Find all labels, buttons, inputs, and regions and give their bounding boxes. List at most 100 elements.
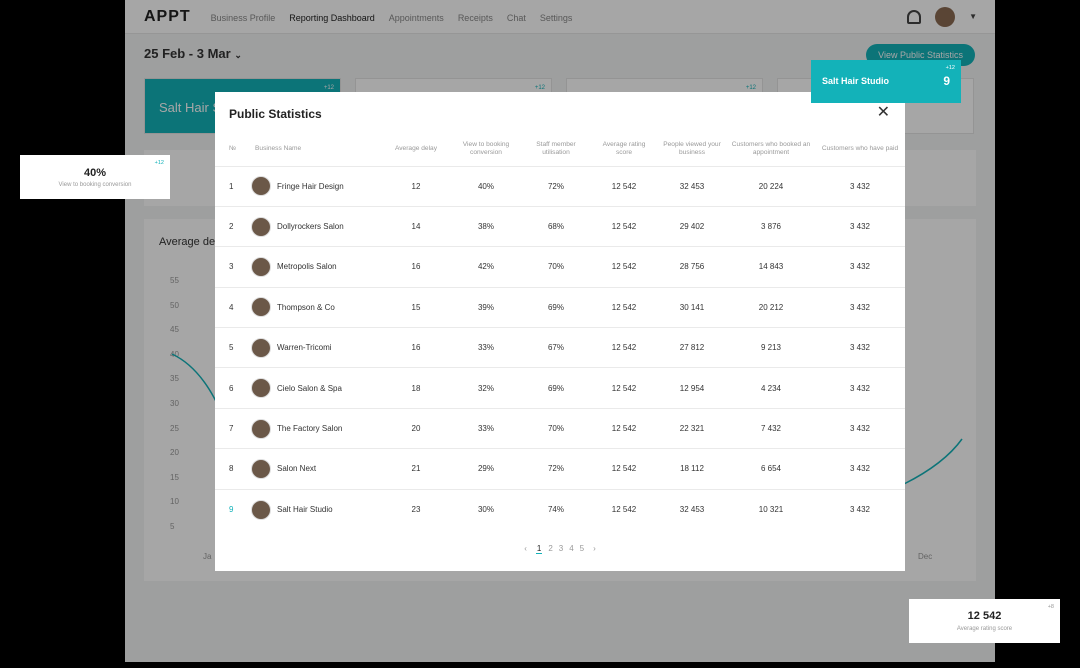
table-row[interactable]: 7 The Factory Salon 20 33% 70% 12 542 22 321 7 … bbox=[215, 407, 905, 449]
pagination: ‹ 1 2 3 4 5 › bbox=[215, 544, 905, 554]
business-name-cell: Warren-Tricomi bbox=[251, 327, 381, 368]
rank-cell: 3 bbox=[215, 246, 251, 288]
cell-util: 70% bbox=[521, 407, 591, 449]
conversion-float-card: +12 40% View to booking conversion bbox=[20, 155, 170, 199]
cell-viewed: 32 453 bbox=[657, 165, 727, 207]
cell-conv: 39% bbox=[451, 286, 521, 328]
cell-viewed: 30 141 bbox=[657, 286, 727, 328]
cell-booked: 10 321 bbox=[727, 488, 815, 530]
business-name-cell: The Factory Salon bbox=[251, 407, 381, 449]
cell-util: 72% bbox=[521, 165, 591, 207]
close-icon[interactable]: ✕ bbox=[877, 105, 890, 121]
rank-cell: 4 bbox=[215, 286, 251, 328]
cell-delay: 23 bbox=[381, 488, 451, 530]
cell-booked: 4 234 bbox=[727, 367, 815, 409]
column-header: № bbox=[229, 144, 237, 152]
cell-booked: 6 654 bbox=[727, 448, 815, 490]
rating-value: 12 542 bbox=[967, 610, 1002, 622]
cell-viewed: 32 453 bbox=[657, 488, 727, 530]
pagination-page[interactable]: 5 bbox=[580, 544, 584, 553]
business-avatar bbox=[251, 418, 271, 439]
table-row[interactable]: 3 Metropolis Salon 16 42% 70% 12 542 28 756 14 … bbox=[215, 246, 905, 288]
column-header: Customers who booked an appointment bbox=[731, 140, 811, 156]
table-row[interactable]: 9 Salt Hair Studio 23 30% 74% 12 542 32 453 10 … bbox=[215, 488, 905, 530]
column-header: Business Name bbox=[255, 144, 302, 152]
cell-util: 68% bbox=[521, 205, 591, 247]
cell-delay: 15 bbox=[381, 286, 451, 328]
business-avatar bbox=[251, 337, 271, 358]
public-statistics-modal: Public Statistics ✕ № Business Name Averag… bbox=[215, 92, 905, 571]
pagination-page[interactable]: 2 bbox=[548, 544, 552, 553]
pagination-page[interactable]: 1 bbox=[535, 544, 543, 554]
table-header-row: № Business Name Average delay View to booki… bbox=[215, 132, 905, 166]
conversion-label: View to booking conversion bbox=[58, 182, 132, 188]
cell-conv: 42% bbox=[451, 246, 521, 288]
statistics-table: № Business Name Average delay View to booki… bbox=[215, 132, 905, 530]
column-header: Average delay bbox=[394, 144, 438, 152]
business-name: Warren-Tricomi bbox=[277, 343, 332, 353]
table-row[interactable]: 5 Warren-Tricomi 16 33% 67% 12 542 27 812 9 213… bbox=[215, 327, 905, 368]
table-row[interactable]: 4 Thompson & Co 15 39% 69% 12 542 30 141 20 212… bbox=[215, 286, 905, 328]
table-row[interactable]: 1 Fringe Hair Design 12 40% 72% 12 542 32 453 2… bbox=[215, 165, 905, 207]
cell-rating: 12 542 bbox=[591, 407, 657, 449]
cell-util: 67% bbox=[521, 327, 591, 368]
cell-paid: 3 432 bbox=[815, 165, 905, 207]
cell-rating: 12 542 bbox=[591, 327, 657, 368]
cell-viewed: 18 112 bbox=[657, 448, 727, 490]
cell-rating: 12 542 bbox=[591, 286, 657, 328]
cell-viewed: 29 402 bbox=[657, 205, 727, 247]
cell-rating: 12 542 bbox=[591, 488, 657, 530]
business-name: The Factory Salon bbox=[277, 424, 343, 434]
business-name: Salon Next bbox=[277, 464, 317, 474]
business-name: Metropolis Salon bbox=[277, 262, 337, 272]
cell-delay: 12 bbox=[381, 165, 451, 207]
cell-paid: 3 432 bbox=[815, 488, 905, 530]
pagination-next[interactable]: › bbox=[593, 544, 596, 553]
business-name: Fringe Hair Design bbox=[277, 181, 344, 191]
pagination-prev[interactable]: ‹ bbox=[524, 544, 527, 553]
business-avatar bbox=[251, 216, 271, 237]
cell-util: 74% bbox=[521, 488, 591, 530]
business-avatar bbox=[251, 297, 271, 318]
cell-delay: 20 bbox=[381, 407, 451, 449]
rank-cell: 8 bbox=[215, 448, 251, 490]
cell-util: 72% bbox=[521, 448, 591, 490]
business-avatar bbox=[251, 458, 271, 479]
cell-delay: 14 bbox=[381, 205, 451, 247]
pagination-page[interactable]: 3 bbox=[559, 544, 563, 553]
cell-paid: 3 432 bbox=[815, 407, 905, 449]
cell-conv: 38% bbox=[451, 205, 521, 247]
cell-booked: 20 212 bbox=[727, 286, 815, 328]
card-delta: +12 bbox=[154, 160, 164, 166]
rating-label: Average rating score bbox=[956, 626, 1013, 632]
business-name: Salt Hair Studio bbox=[822, 76, 890, 86]
business-name-cell: Fringe Hair Design bbox=[251, 165, 381, 207]
table-row[interactable]: 2 Dollyrockers Salon 14 38% 68% 12 542 29 402 3… bbox=[215, 205, 905, 247]
business-avatar bbox=[251, 378, 271, 399]
rank-cell: 1 bbox=[215, 165, 251, 207]
table-row[interactable]: 6 Cielo Salon & Spa 18 32% 69% 12 542 12 954 4 … bbox=[215, 367, 905, 409]
table-row[interactable]: 8 Salon Next 21 29% 72% 12 542 18 112 6 654 3 43… bbox=[215, 448, 905, 490]
cell-delay: 16 bbox=[381, 327, 451, 368]
conversion-value: 40% bbox=[83, 167, 107, 179]
rank-cell: 9 bbox=[215, 488, 251, 530]
rank-cell: 6 bbox=[215, 367, 251, 409]
card-delta: +12 bbox=[945, 65, 955, 71]
cell-util: 69% bbox=[521, 367, 591, 409]
cell-viewed: 12 954 bbox=[657, 367, 727, 409]
cell-paid: 3 432 bbox=[815, 327, 905, 368]
column-header: Customers who have paid bbox=[821, 144, 899, 152]
cell-conv: 32% bbox=[451, 367, 521, 409]
cell-rating: 12 542 bbox=[591, 448, 657, 490]
pagination-page[interactable]: 4 bbox=[569, 544, 573, 553]
business-rank: 9 bbox=[943, 74, 950, 88]
cell-conv: 33% bbox=[451, 327, 521, 368]
business-name: Salt Hair Studio bbox=[277, 505, 333, 515]
business-avatar bbox=[251, 176, 271, 197]
cell-booked: 9 213 bbox=[727, 327, 815, 368]
cell-conv: 30% bbox=[451, 488, 521, 530]
column-header: People viewed your business bbox=[663, 140, 721, 156]
business-name-cell: Salon Next bbox=[251, 448, 381, 490]
cell-booked: 14 843 bbox=[727, 246, 815, 288]
cell-viewed: 22 321 bbox=[657, 407, 727, 449]
